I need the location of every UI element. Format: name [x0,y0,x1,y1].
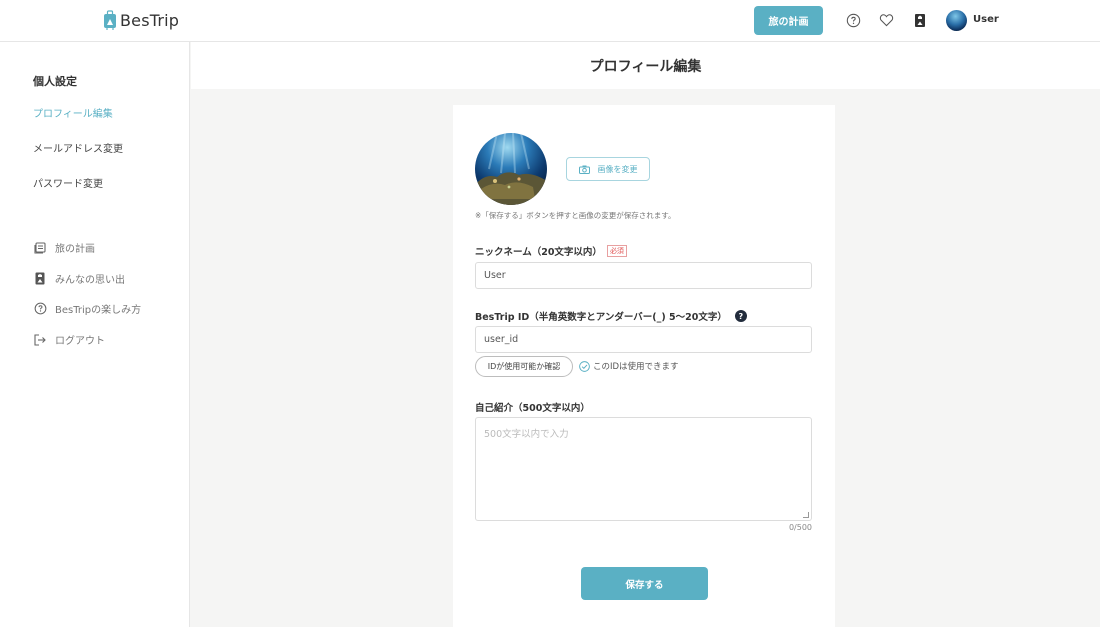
sidebar-nav-label: 旅の計画 [55,244,95,255]
sidebar-item-password-change[interactable]: パスワード変更 [33,175,103,190]
bestrip-id-field[interactable]: user_id [475,326,812,353]
id-availability-status: このIDは使用できます [579,360,679,372]
bio-textarea[interactable]: 500文字以内で入力 [475,417,812,521]
help-icon[interactable]: ? [734,310,747,322]
bestrip-logo[interactable]: BesTrip [103,9,179,31]
logo-text: BesTrip [120,10,180,30]
save-button[interactable]: 保存する [581,567,708,600]
bestrip-id-label: BesTrip ID（半角英数字とアンダーバー(_) 5〜20文字） [475,312,727,323]
sidebar-item-how-to-enjoy[interactable]: BesTripの楽しみ方 [33,301,141,316]
check-circle-icon [579,360,590,372]
sidebar-nav-label: みんなの思い出 [55,275,125,286]
help-icon [33,302,47,316]
nickname-field[interactable]: User [475,262,812,289]
nickname-label-row: ニックネーム（20文字以内） 必須 [475,244,627,258]
settings-section-title: 個人設定 [33,75,77,88]
nickname-label: ニックネーム（20文字以内） [475,247,602,258]
sidebar-item-profile-edit[interactable]: プロフィール編集 [33,105,113,120]
suitcase-logo-icon [104,10,116,30]
sidebar: 個人設定 プロフィール編集 メールアドレス変更 パスワード変更 旅の計画 みんな… [0,42,190,627]
bio-char-counter: 0/500 [788,523,812,532]
change-image-label: 画像を変更 [597,164,638,174]
heart-icon[interactable] [878,12,894,28]
user-name[interactable]: User [973,14,999,25]
top-header: BesTrip 旅の計画 User [0,0,1100,42]
check-id-availability-button[interactable]: IDが使用可能か確認 [475,356,573,377]
sidebar-item-trip-plan[interactable]: 旅の計画 [33,240,95,255]
sidebar-nav-label: ログアウト [55,336,105,347]
sidebar-nav-label: BesTripの楽しみ方 [55,305,142,316]
photo-album-icon [33,272,47,286]
bio-label-row: 自己紹介（500文字以内） [475,400,590,414]
bio-label: 自己紹介（500文字以内） [475,403,590,414]
image-save-note: ※「保存する」ボタンを押すと画像の変更が保存されます。 [475,211,676,220]
page-title-bar: プロフィール編集 [191,42,1100,89]
profile-image [475,133,547,205]
camera-icon [578,165,590,174]
trip-plan-button[interactable]: 旅の計画 [754,6,823,35]
sidebar-item-logout[interactable]: ログアウト [33,332,105,347]
underwater-photo [475,133,547,205]
user-avatar[interactable] [946,10,967,31]
profile-edit-card: 画像を変更 ※「保存する」ボタンを押すと画像の変更が保存されます。 ニックネーム… [453,105,835,627]
help-icon[interactable] [845,12,861,28]
bestrip-id-label-row: BesTrip ID（半角英数字とアンダーバー(_) 5〜20文字） ? [475,309,747,323]
required-badge: 必須 [606,245,627,257]
sidebar-item-memories[interactable]: みんなの思い出 [33,271,125,286]
resize-handle[interactable] [803,512,809,518]
bookmark-icon[interactable] [912,12,928,28]
logout-icon [33,333,47,347]
change-image-button[interactable]: 画像を変更 [566,157,650,181]
page-title: プロフィール編集 [589,58,702,75]
id-status-text: このIDは使用できます [593,362,679,372]
list-icon [33,241,47,255]
sidebar-item-email-change[interactable]: メールアドレス変更 [33,140,123,155]
